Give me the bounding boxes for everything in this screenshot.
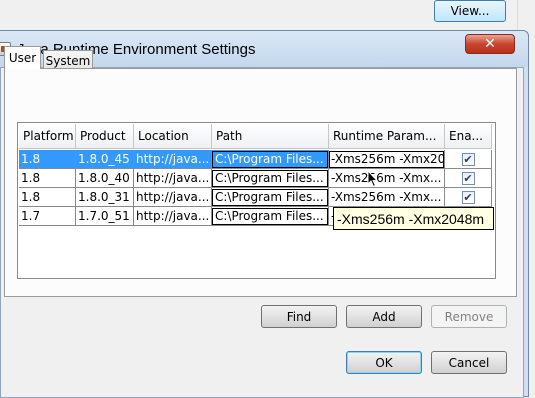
cell-product: 1.7.0_51 xyxy=(76,207,134,226)
runtime-params-tooltip: -Xms256m -Xmx2048m xyxy=(333,207,494,230)
cell-runtime-params[interactable]: -Xms256m -Xmx... xyxy=(329,169,445,188)
jre-table[interactable]: Platform Product Location Path Runtime P… xyxy=(17,122,496,279)
cancel-button[interactable]: Cancel xyxy=(431,351,507,374)
table-row[interactable]: 1.8 1.8.0_31 http://java... C:\Program F… xyxy=(19,188,492,207)
mouse-cursor-icon xyxy=(367,170,379,188)
cell-product: 1.8.0_31 xyxy=(76,188,134,207)
cell-path[interactable]: C:\Program Files... xyxy=(212,188,329,207)
table-row[interactable]: 1.8 1.8.0_40 http://java... C:\Program F… xyxy=(19,169,492,188)
cell-path[interactable]: C:\Program Files... xyxy=(212,207,329,226)
cell-runtime-params[interactable]: -Xms256m -Xmx... xyxy=(329,188,445,207)
view-button[interactable]: View... xyxy=(434,0,506,22)
path-editor[interactable]: C:\Program Files... xyxy=(212,188,328,206)
cell-enabled: ✔ xyxy=(445,188,492,207)
table-header: Platform Product Location Path Runtime P… xyxy=(19,124,492,149)
tab-system[interactable]: System xyxy=(43,50,93,70)
cell-location: http://java... xyxy=(134,207,212,226)
cell-enabled: ✔ xyxy=(445,150,492,169)
find-button[interactable]: Find xyxy=(261,305,337,328)
cell-product: 1.8.0_40 xyxy=(76,169,134,188)
cell-runtime-params[interactable]: -Xms256m -Xmx204 xyxy=(329,150,445,169)
tab-user[interactable]: User xyxy=(4,46,41,69)
close-icon: ✕ xyxy=(484,36,496,52)
table-row[interactable]: 1.8 1.8.0_45 http://java... C:\Program F… xyxy=(19,150,492,169)
enabled-checkbox[interactable]: ✔ xyxy=(461,171,475,185)
column-header-location[interactable]: Location xyxy=(134,124,212,149)
column-header-path[interactable]: Path xyxy=(212,124,329,149)
column-header-enabled[interactable]: Ena... xyxy=(445,124,492,149)
column-header-platform[interactable]: Platform xyxy=(19,124,76,149)
cell-enabled: ✔ xyxy=(445,169,492,188)
cell-product: 1.8.0_45 xyxy=(76,150,134,169)
path-editor[interactable]: C:\Program Files... xyxy=(212,207,328,225)
remove-button[interactable]: Remove xyxy=(431,305,507,328)
ok-button[interactable]: OK xyxy=(346,351,422,374)
add-button[interactable]: Add xyxy=(346,305,422,328)
cell-platform: 1.8 xyxy=(19,188,76,207)
cell-location: http://java... xyxy=(134,169,212,188)
path-editor[interactable]: C:\Program Files... xyxy=(212,150,328,168)
cell-platform: 1.7 xyxy=(19,207,76,226)
column-header-product[interactable]: Product xyxy=(76,124,134,149)
cell-location: http://java... xyxy=(134,188,212,207)
enabled-checkbox[interactable]: ✔ xyxy=(461,190,475,204)
column-header-runtime-params[interactable]: Runtime Param... xyxy=(329,124,445,149)
cell-path[interactable]: C:\Program Files... xyxy=(212,169,329,188)
cell-path[interactable]: C:\Program Files... xyxy=(212,150,329,169)
enabled-checkbox[interactable]: ✔ xyxy=(461,152,475,166)
cell-location: http://java... xyxy=(134,150,212,169)
path-editor[interactable]: C:\Program Files... xyxy=(212,169,328,187)
cell-platform: 1.8 xyxy=(19,169,76,188)
close-button[interactable]: ✕ xyxy=(465,34,515,54)
runtime-params-editor[interactable]: -Xms256m -Xmx204 xyxy=(329,150,444,168)
cell-platform: 1.8 xyxy=(19,150,76,169)
